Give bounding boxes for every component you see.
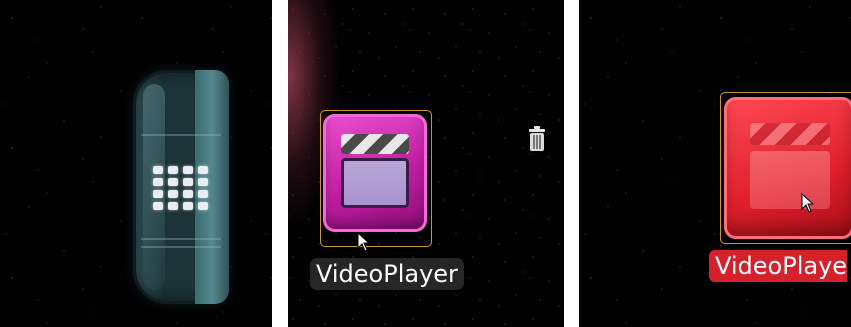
handle-band [141, 238, 221, 240]
clapperboard-icon [750, 123, 830, 211]
app-label[interactable]: VideoPlaye [709, 250, 847, 282]
mouse-cursor-icon [801, 193, 815, 213]
videoplayer-app-icon-dragging[interactable] [724, 97, 851, 239]
videoplayer-app-icon[interactable] [323, 114, 427, 232]
app-grid-icon[interactable] [153, 166, 211, 213]
mouse-cursor-icon [357, 232, 371, 252]
handle-band [141, 246, 221, 248]
drag-panel: VideoPlaye [579, 0, 851, 327]
home-screen-panel: VideoPlayer [288, 0, 564, 327]
launcher-panel [0, 0, 272, 327]
clapperboard-icon [341, 134, 409, 210]
app-label[interactable]: VideoPlayer [310, 258, 464, 290]
handle-band [141, 134, 221, 136]
trash-icon[interactable] [528, 126, 546, 152]
